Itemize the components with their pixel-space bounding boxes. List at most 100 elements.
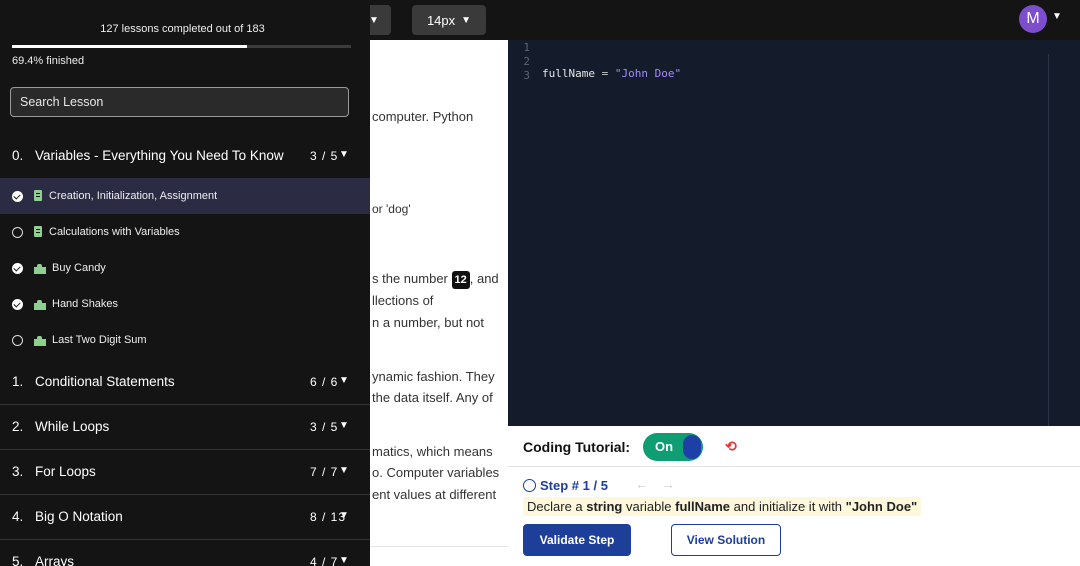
- line-number: 2: [523, 55, 530, 68]
- step-nav-arrows[interactable]: ←→: [635, 476, 687, 492]
- lesson-title: Buy Candy: [52, 262, 106, 274]
- section-conditional-statements[interactable]: 1. Conditional Statements 6 / 6 ▼: [0, 360, 370, 405]
- chevron-down-icon: ▼: [339, 375, 349, 386]
- progress-bar: [12, 45, 351, 48]
- lesson-content: computer. Python or 'dog' s the number 1…: [360, 40, 508, 546]
- lesson-text-line: the data itself. Any of: [372, 390, 493, 405]
- toggle-knob: [683, 435, 701, 459]
- puzzle-icon: [34, 336, 46, 346]
- section-title: Variables - Everything You Need To Know: [35, 148, 284, 163]
- lesson-title: Hand Shakes: [52, 298, 119, 310]
- section-count: 3 / 5: [310, 149, 339, 163]
- code-editor[interactable]: 1 2 3 fullName = "John Doe": [508, 40, 1080, 426]
- lesson-item[interactable]: Buy Candy: [0, 250, 370, 286]
- section-big-o-notation[interactable]: 4. Big O Notation 8 / 13 ▼: [0, 495, 370, 540]
- chevron-down-icon: ▼: [461, 14, 472, 26]
- lesson-sidebar: 127 lessons completed out of 183 69.4% f…: [0, 0, 370, 566]
- lesson-text-fragment: , and: [469, 271, 499, 286]
- instruction-keyword: string: [586, 499, 623, 514]
- line-number: 1: [523, 41, 530, 54]
- check-icon: [12, 299, 23, 310]
- puzzle-icon: [34, 300, 46, 310]
- lesson-text-line: o. Computer variables: [372, 465, 500, 480]
- font-size-dropdown[interactable]: 14px ▼: [412, 5, 486, 35]
- validate-step-button[interactable]: Validate Step: [523, 524, 631, 556]
- line-number: 3: [523, 69, 530, 82]
- lesson-text-line: matics, which means: [372, 444, 493, 459]
- section-count: 3 / 5: [310, 420, 339, 434]
- check-icon: [12, 263, 23, 274]
- lesson-text-line: ynamic fashion. They: [372, 369, 495, 384]
- avatar[interactable]: M: [1019, 5, 1047, 33]
- instruction-text: variable: [622, 499, 676, 514]
- code-variable: fullName: [542, 67, 595, 80]
- view-solution-button[interactable]: View Solution: [671, 524, 781, 556]
- circle-icon: [12, 335, 23, 346]
- chevron-down-icon[interactable]: ▼: [1052, 11, 1062, 22]
- section-index: 1.: [12, 374, 24, 389]
- lesson-footer: [360, 546, 508, 566]
- code-area[interactable]: fullName = "John Doe": [542, 41, 681, 187]
- font-size-value: 14px: [426, 12, 456, 28]
- editor-print-margin: [1048, 54, 1049, 426]
- code-string: "John Doe": [614, 67, 682, 80]
- code-operator: =: [594, 67, 615, 80]
- lesson-text-line: n a number, but not: [372, 315, 485, 330]
- section-index: 0.: [12, 148, 24, 163]
- section-while-loops[interactable]: 2. While Loops 3 / 5 ▼: [0, 405, 370, 450]
- section-title: Big O Notation: [35, 509, 123, 524]
- progress-text: 127 lessons completed out of 183: [100, 23, 265, 35]
- progress-percent: 69.4% finished: [12, 55, 85, 67]
- code-badge: 12: [451, 271, 470, 289]
- line-number-gutter: 1 2 3: [508, 40, 538, 426]
- lesson-item[interactable]: Last Two Digit Sum: [0, 322, 370, 358]
- section-index: 2.: [12, 419, 24, 434]
- puzzle-icon: [34, 264, 46, 274]
- step-instruction: Declare a string variable fullName and i…: [523, 497, 922, 516]
- check-icon: [12, 191, 23, 202]
- step-title: Step # 1 / 5: [540, 478, 608, 493]
- tutorial-toggle[interactable]: On: [643, 433, 703, 461]
- search-lesson-input[interactable]: [10, 87, 349, 117]
- chevron-down-icon: ▼: [339, 149, 349, 160]
- section-title: For Loops: [35, 464, 96, 479]
- section-title: Arrays: [35, 554, 75, 566]
- section-index: 3.: [12, 464, 24, 479]
- section-title: While Loops: [35, 419, 110, 434]
- tutorial-panel: Coding Tutorial: On ⟲ Step # 1 / 5 ←→ De…: [508, 426, 1080, 566]
- lesson-title: Last Two Digit Sum: [52, 334, 147, 346]
- section-variables[interactable]: 0. Variables - Everything You Need To Kn…: [0, 134, 370, 179]
- section-index: 4.: [12, 509, 24, 524]
- lesson-text-line: s the number 12, and: [372, 271, 499, 289]
- instruction-keyword: fullName: [675, 499, 731, 514]
- book-icon: [34, 226, 42, 237]
- lesson-text-line: or 'dog': [372, 202, 411, 216]
- book-icon: [34, 190, 42, 201]
- divider: [508, 466, 1080, 467]
- chevron-down-icon: ▼: [339, 465, 349, 476]
- lesson-text-line: computer. Python: [372, 109, 474, 124]
- section-count: 4 / 7: [310, 555, 339, 566]
- avatar-initial: M: [1026, 10, 1040, 27]
- section-for-loops[interactable]: 3. For Loops 7 / 7 ▼: [0, 450, 370, 495]
- instruction-text: Declare a: [527, 499, 587, 514]
- circle-icon: [12, 227, 23, 238]
- section-index: 5.: [12, 554, 24, 566]
- progress-bar-fill: [12, 45, 248, 48]
- section-count: 6 / 6: [310, 375, 339, 389]
- lesson-text-line: llections of: [372, 293, 434, 308]
- section-arrays[interactable]: 5. Arrays 4 / 7 ▼: [0, 540, 370, 566]
- lesson-item[interactable]: Hand Shakes: [0, 286, 370, 322]
- lesson-text-line: ent values at different: [372, 487, 497, 502]
- lesson-item[interactable]: Creation, Initialization, Assignment: [0, 178, 370, 214]
- app-root: ▼ 14px ▼ M ▼ computer. Python or 'dog' s…: [0, 0, 1080, 566]
- section-title: Conditional Statements: [35, 374, 175, 389]
- refresh-icon[interactable]: ⟲: [725, 438, 737, 455]
- chevron-down-icon: ▼: [339, 420, 349, 431]
- lesson-item[interactable]: Calculations with Variables: [0, 214, 370, 250]
- instruction-keyword: "John Doe": [845, 499, 918, 514]
- toggle-label: On: [655, 439, 674, 454]
- lesson-title: Creation, Initialization, Assignment: [49, 190, 218, 202]
